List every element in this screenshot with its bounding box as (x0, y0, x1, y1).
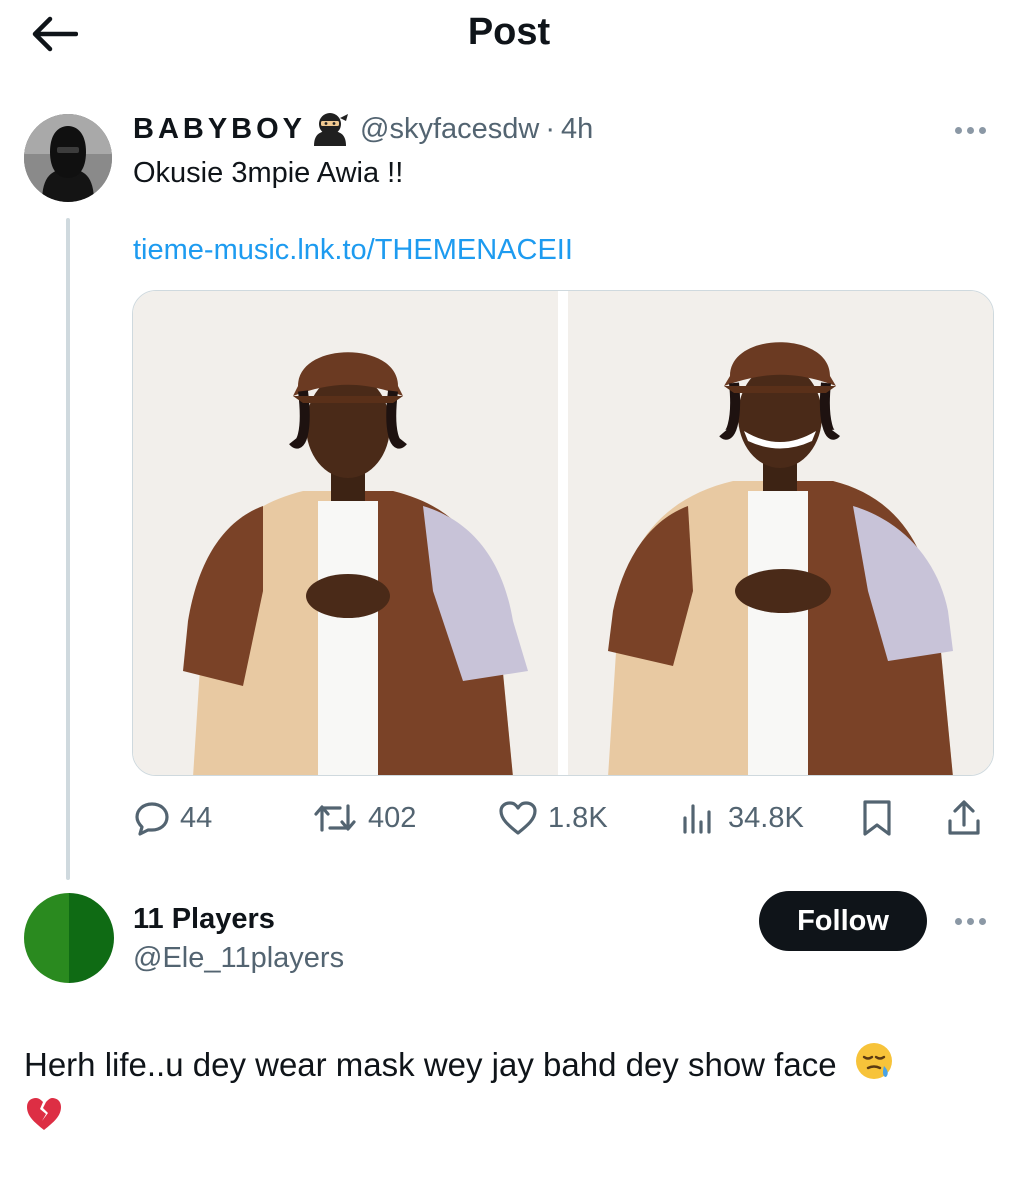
post-link[interactable]: tieme-music.lnk.to/THEMENACEII (133, 234, 573, 267)
post-media[interactable] (132, 290, 994, 776)
heart-icon (499, 801, 537, 835)
separator: · (545, 112, 556, 145)
photo-right[interactable] (568, 291, 993, 775)
photo-left[interactable] (133, 291, 559, 775)
reply-author-name[interactable]: 11 Players (133, 903, 275, 936)
media-divider (558, 291, 568, 775)
follow-button[interactable]: Follow (759, 891, 927, 951)
dot-icon (978, 126, 986, 134)
repost-button[interactable]: 402 (312, 796, 416, 840)
avatar[interactable] (24, 114, 112, 202)
views-count: 34.8K (728, 801, 804, 834)
dot-icon (978, 917, 986, 925)
reply-icon (135, 802, 169, 836)
reply-avatar[interactable] (24, 893, 114, 983)
dot-icon (954, 126, 962, 134)
views-icon (683, 804, 711, 834)
post-time[interactable]: 4h (561, 113, 593, 146)
views-button[interactable]: 34.8K (680, 796, 804, 840)
author-handle[interactable]: @skyfacesdw (360, 113, 539, 146)
reply-button[interactable]: 44 (134, 796, 212, 840)
reply-text-block: Herh life..u dey wear mask wey jay bahd … (24, 1041, 1004, 1147)
like-count: 1.8K (548, 801, 608, 834)
avatar-image (24, 114, 112, 202)
repost-icon (314, 804, 356, 832)
share-button[interactable] (946, 796, 982, 840)
broken-heart-emoji (24, 1094, 64, 1147)
reply-count: 44 (180, 801, 213, 834)
page-title: Post (467, 11, 551, 53)
dot-icon (966, 917, 974, 925)
repost-count: 402 (368, 801, 417, 834)
sleepy-face-emoji (854, 1041, 894, 1094)
author-name[interactable]: BABYBOY (133, 113, 306, 146)
like-button[interactable]: 1.8K (498, 796, 608, 840)
dot-icon (954, 917, 962, 925)
reply-author-handle[interactable]: @Ele_11players (133, 942, 344, 975)
reply-more-options-button[interactable] (946, 906, 994, 936)
dot-icon (966, 126, 974, 134)
bookmark-button[interactable] (860, 796, 894, 840)
top-bar: Post (0, 0, 1018, 68)
share-icon (948, 800, 980, 835)
post-header: BABYBOY @skyfacesdw · 4h (133, 112, 593, 146)
post-actions: 44 402 1.8K 34.8K (132, 790, 994, 846)
reply-text: Herh life..u dey wear mask wey jay bahd … (24, 1046, 837, 1084)
more-options-button[interactable] (946, 115, 994, 145)
ninja-emoji-icon (310, 112, 350, 146)
bookmark-icon (863, 800, 891, 836)
thread-line (66, 218, 70, 880)
post-text: Okusie 3mpie Awia !! (133, 157, 404, 189)
